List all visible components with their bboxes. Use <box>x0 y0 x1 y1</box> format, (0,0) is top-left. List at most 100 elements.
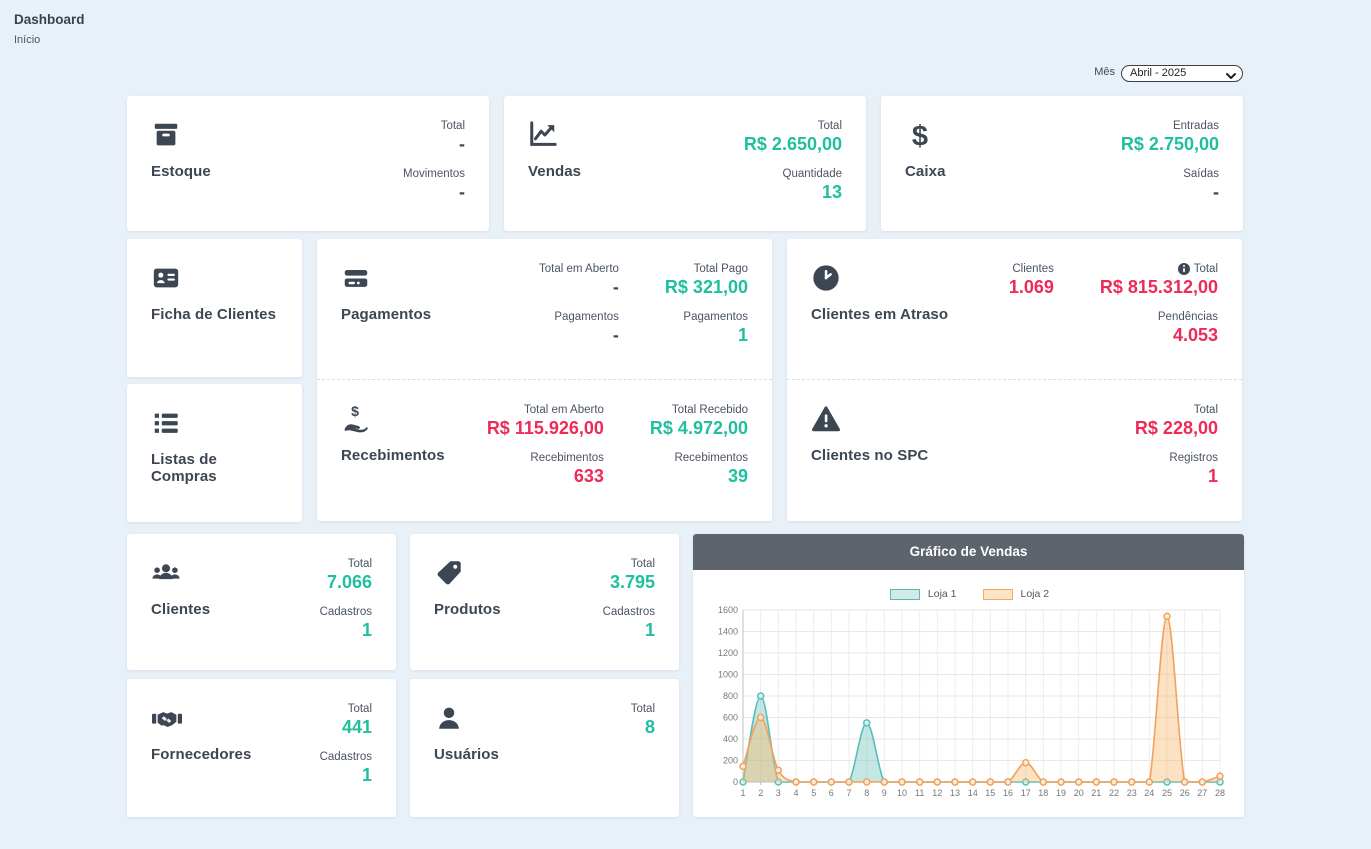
ficha-de-clientes-card[interactable]: Ficha de Clientes <box>127 239 302 377</box>
handshake-icon <box>151 703 251 733</box>
svg-text:27: 27 <box>1197 788 1207 798</box>
legend-item-loja2[interactable]: Loja 2 <box>983 588 1050 600</box>
svg-text:5: 5 <box>811 788 816 798</box>
metric-value: - <box>459 182 465 203</box>
metric-label: Total <box>631 558 655 570</box>
chart-legend: Loja 1 Loja 2 <box>705 588 1234 600</box>
metric-label: Total em Aberto <box>524 404 604 416</box>
svg-text:1600: 1600 <box>718 605 738 615</box>
metric-label: Pagamentos <box>683 311 748 323</box>
card-label: Listas de Compras <box>151 451 278 485</box>
metric-value: - <box>613 277 619 298</box>
svg-text:3: 3 <box>776 788 781 798</box>
month-select[interactable]: Abril - 2025 <box>1121 65 1243 82</box>
credit-card-icon <box>341 263 431 293</box>
page-title: Dashboard <box>14 12 85 27</box>
card-label: Vendas <box>528 163 581 180</box>
legend-item-loja1[interactable]: Loja 1 <box>890 588 957 600</box>
svg-text:19: 19 <box>1056 788 1066 798</box>
svg-text:400: 400 <box>723 734 738 744</box>
card-label: Fornecedores <box>151 746 251 763</box>
fornecedores-card: Fornecedores Total441 Cadastros1 <box>127 679 396 817</box>
grafico-de-vendas-card: Gráfico de Vendas Loja 1 Loja 2 12345678… <box>693 534 1244 817</box>
metric-value: R$ 2.650,00 <box>744 134 842 155</box>
clientes-atraso-spc-card: Clientes em Atraso Clientes1.069 Total <box>787 239 1242 521</box>
metric-label: Total Recebido <box>672 404 748 416</box>
metric-value: R$ 2.750,00 <box>1121 134 1219 155</box>
month-filter: Mês Abril - 2025 <box>127 62 1243 82</box>
listas-de-compras-card[interactable]: Listas de Compras <box>127 384 302 522</box>
metric-value: R$ 228,00 <box>1135 418 1218 439</box>
month-filter-label: Mês <box>1094 66 1115 78</box>
svg-text:2: 2 <box>758 788 763 798</box>
metric-label: Entradas <box>1173 120 1219 132</box>
metric-label: Total <box>631 703 655 715</box>
metric-label: Recebimentos <box>530 452 604 464</box>
sales-area-chart: 1234567891011121314151617181920212223242… <box>705 602 1232 808</box>
svg-text:28: 28 <box>1215 788 1225 798</box>
metric-value: 13 <box>822 182 842 203</box>
metric-value: 1 <box>645 620 655 641</box>
metric-label: Total <box>1178 263 1218 275</box>
produtos-card: Produtos Total3.795 Cadastros1 <box>410 534 679 670</box>
metric-value: 4.053 <box>1173 325 1218 346</box>
metric-label: Cadastros <box>603 606 655 618</box>
svg-text:20: 20 <box>1074 788 1084 798</box>
svg-text:0: 0 <box>733 777 738 787</box>
metric-label: Pagamentos <box>554 311 619 323</box>
svg-text:200: 200 <box>723 756 738 766</box>
clientes-no-spc-section: Clientes no SPC Total R$ 228,00 Registros… <box>787 380 1242 521</box>
metric-label: Clientes <box>1012 263 1054 275</box>
pagamentos-recebimentos-card: Pagamentos Total em Aberto- Pagamentos- … <box>317 239 772 521</box>
recebimentos-section: $ Recebimentos Total em AbertoR$ 115.926… <box>317 380 772 521</box>
metric-label: Cadastros <box>320 606 372 618</box>
svg-text:600: 600 <box>723 713 738 723</box>
svg-text:800: 800 <box>723 691 738 701</box>
user-icon <box>434 703 499 733</box>
svg-text:4: 4 <box>793 788 798 798</box>
metric-value: 1 <box>1208 466 1218 487</box>
loja1-swatch <box>890 589 920 600</box>
svg-text:15: 15 <box>985 788 995 798</box>
card-label: Ficha de Clientes <box>151 306 276 323</box>
card-label: Usuários <box>434 746 499 763</box>
metric-value: 3.795 <box>610 572 655 593</box>
metric-label: Quantidade <box>783 168 842 180</box>
metric-label: Pendências <box>1158 311 1218 323</box>
metric-value: - <box>613 325 619 346</box>
card-label: Recebimentos <box>341 447 445 464</box>
users-icon <box>151 558 210 588</box>
info-icon[interactable] <box>1178 263 1190 275</box>
svg-text:10: 10 <box>897 788 907 798</box>
svg-text:1000: 1000 <box>718 670 738 680</box>
svg-text:16: 16 <box>1003 788 1013 798</box>
svg-text:1200: 1200 <box>718 648 738 658</box>
metric-value: - <box>459 134 465 155</box>
metric-label: Registros <box>1169 452 1218 464</box>
svg-text:11: 11 <box>915 788 924 798</box>
card-label: Clientes no SPC <box>811 447 928 464</box>
metric-value: R$ 321,00 <box>665 277 748 298</box>
svg-text:13: 13 <box>950 788 960 798</box>
metric-value: 7.066 <box>327 572 372 593</box>
pagamentos-section: Pagamentos Total em Aberto- Pagamentos- … <box>317 239 772 380</box>
card-label: Clientes em Atraso <box>811 306 948 323</box>
svg-text:9: 9 <box>882 788 887 798</box>
tag-icon <box>434 558 501 588</box>
dollar-sign-icon: $ <box>905 120 946 150</box>
svg-text:1400: 1400 <box>718 627 738 637</box>
clientes-card: Clientes Total7.066 Cadastros1 <box>127 534 396 670</box>
breadcrumb[interactable]: Início <box>14 34 85 46</box>
metric-label: Cadastros <box>320 751 372 763</box>
metric-value: 441 <box>342 717 372 738</box>
metric-value: 633 <box>574 466 604 487</box>
metric-label: Total <box>348 558 372 570</box>
svg-text:26: 26 <box>1180 788 1190 798</box>
svg-text:7: 7 <box>846 788 851 798</box>
caixa-card: $ Caixa EntradasR$ 2.750,00 Saídas- <box>881 96 1243 231</box>
vendas-card: Vendas TotalR$ 2.650,00 Quantidade13 <box>504 96 866 231</box>
card-label: Pagamentos <box>341 306 431 323</box>
svg-text:1: 1 <box>740 788 745 798</box>
metric-value: 39 <box>728 466 748 487</box>
metric-label: Total <box>1194 404 1218 416</box>
